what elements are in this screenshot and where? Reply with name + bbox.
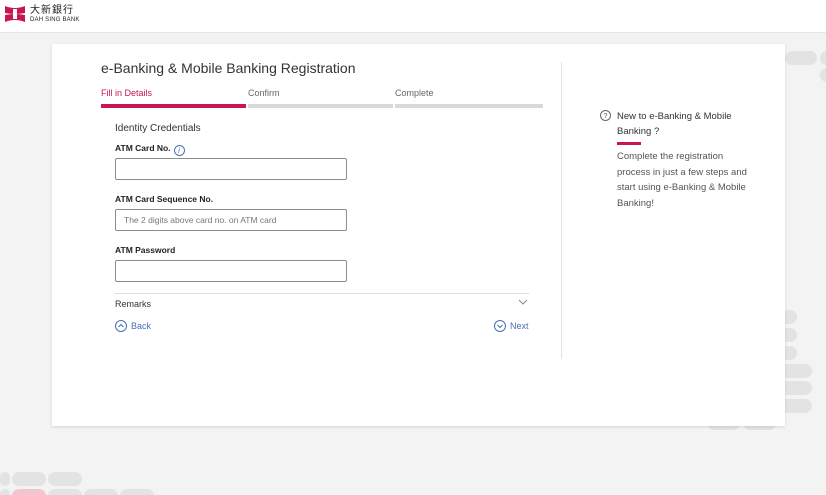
card-no-label-text: ATM Card No. [115,143,171,153]
sidebar-heading: New to e-Banking & Mobile Banking ? [617,111,732,137]
step-complete: Complete [395,88,434,98]
next-button[interactable]: Next [494,320,529,332]
password-input[interactable] [115,260,347,282]
progress-steps: Fill in Details Confirm Complete [101,88,543,108]
step-fill-in-details: Fill in Details [101,88,153,98]
card-no-input[interactable] [115,158,347,180]
bank-logo-icon [4,5,26,23]
card-seq-label: ATM Card Sequence No. [115,194,214,204]
next-icon [494,320,506,332]
back-button[interactable]: Back [115,320,151,332]
back-icon [115,320,127,332]
step-bar-confirm [248,104,393,108]
registration-card: e-Banking & Mobile Banking Registration … [52,44,785,426]
card-seq-input[interactable] [115,209,347,231]
step-bar-fill-in-details [101,104,246,108]
vertical-divider [561,62,562,359]
info-icon[interactable]: i [173,145,185,156]
bank-name-en: DAH SING BANK [30,16,80,23]
bank-logo[interactable]: 大新銀行 DAH SING BANK [4,5,80,23]
question-icon: ? [600,110,611,121]
divider [115,293,529,294]
sidebar-accent-line [617,142,641,145]
step-confirm: Confirm [248,88,280,98]
card-no-label: ATM Card No. i [115,143,185,156]
step-bar-complete [395,104,543,108]
bank-name-cn: 大新銀行 [30,4,74,16]
back-label: Back [131,321,152,331]
top-bar: 大新銀行 DAH SING BANK [0,0,826,33]
chevron-down-icon[interactable] [518,297,528,307]
page-title: e-Banking & Mobile Banking Registration [101,60,356,76]
section-title: Identity Credentials [115,123,201,134]
next-label: Next [510,321,529,331]
sidebar-body: Complete the registration process in jus… [617,151,747,209]
remarks-toggle[interactable]: Remarks [115,299,151,309]
password-label: ATM Password [115,245,176,255]
